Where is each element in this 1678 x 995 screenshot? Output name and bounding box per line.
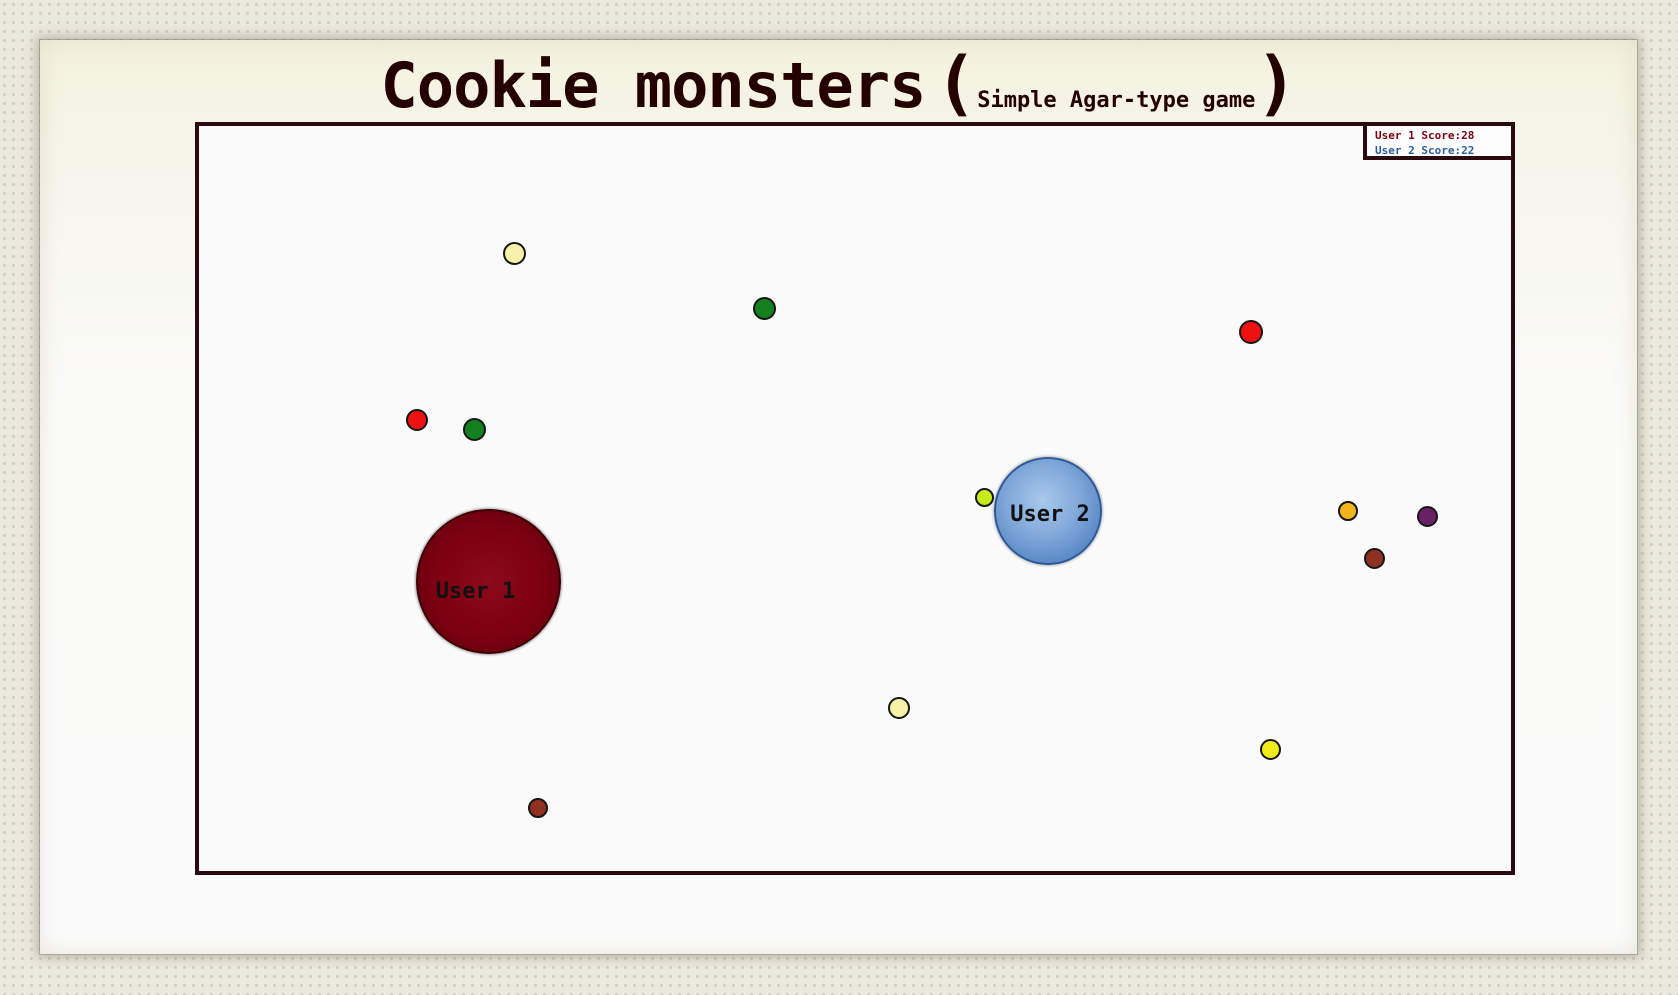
score-user-2: User 2 Score:22 [1375, 143, 1511, 158]
score-user-1-label: User 1 Score: [1375, 129, 1462, 142]
score-user-1: User 1 Score:28 [1375, 128, 1511, 143]
cookie [753, 297, 776, 320]
cookie [1338, 501, 1358, 521]
player-2-name: User 2 [1010, 501, 1090, 527]
score-user-2-label: User 2 Score: [1375, 144, 1462, 157]
page-title: Cookie monsters (Simple Agar-type game) [0, 42, 1678, 124]
score-user-2-value: 22 [1461, 144, 1475, 157]
cookie [503, 242, 526, 265]
cookie [1239, 320, 1263, 344]
player-1-name: User 1 [435, 579, 516, 604]
title-close-paren: ) [1255, 42, 1298, 124]
player-2-blob: User 2 [994, 457, 1102, 565]
cookie [463, 418, 486, 441]
cookie [1260, 739, 1281, 760]
cookie [1417, 506, 1438, 527]
title-subtitle: Simple Agar-type game [977, 88, 1256, 113]
cookie [888, 697, 910, 719]
game-canvas[interactable]: User 1 Score:28 User 2 Score:22 User 1 U… [195, 122, 1515, 875]
cookie [1364, 548, 1385, 569]
cookie [406, 409, 428, 431]
title-open-paren: ( [935, 42, 978, 124]
title-main: Cookie monsters [380, 49, 926, 122]
score-user-1-value: 28 [1461, 129, 1475, 142]
cookie [528, 798, 548, 818]
scoreboard: User 1 Score:28 User 2 Score:22 [1363, 122, 1515, 160]
cookie [975, 488, 994, 507]
player-1-blob: User 1 [416, 509, 561, 654]
